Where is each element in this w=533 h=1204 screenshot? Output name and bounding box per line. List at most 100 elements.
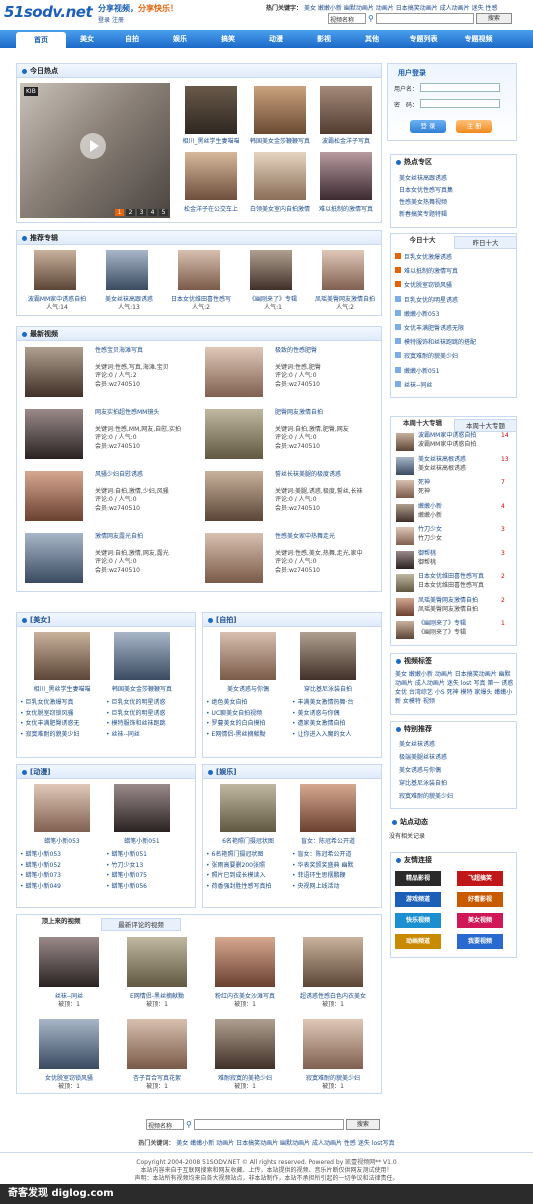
footer-search-button[interactable]: 搜索	[345, 1119, 380, 1130]
video-thumbnail[interactable]	[114, 784, 170, 832]
password-input[interactable]	[420, 99, 500, 108]
video-title-link[interactable]: 性感宝贝海滩写真	[95, 347, 169, 356]
hot-keyword[interactable]: 成人动画片	[440, 5, 470, 12]
video-thumbnail[interactable]	[320, 152, 372, 200]
hot-keyword[interactable]: 迷失	[358, 1140, 370, 1147]
search-button[interactable]: 搜索	[475, 13, 512, 24]
list-item[interactable]: 寂寞难耐的貌美少妇	[399, 790, 453, 803]
play-icon[interactable]	[80, 133, 106, 159]
album-title[interactable]: 嫩嫩小新	[418, 502, 442, 511]
video-thumbnail[interactable]	[34, 784, 90, 832]
list-item[interactable]: 让你进入入魔的女人	[292, 730, 378, 741]
login-button[interactable]: 登 录	[410, 120, 446, 133]
search-type-select[interactable]: 视频名称	[328, 13, 366, 24]
list-item[interactable]: 模特服饰和丝袜跑跳的搭配	[395, 336, 476, 350]
register-link[interactable]: 注册	[112, 17, 124, 24]
video-thumbnail[interactable]	[320, 86, 372, 134]
friend-link-banner[interactable]: 我要视频	[457, 934, 503, 949]
list-item[interactable]: 遭家美女激情自拍	[292, 719, 378, 730]
album-thumbnail[interactable]	[250, 250, 292, 290]
tab-latest-comments[interactable]: 最新评论的视频	[101, 918, 181, 931]
hot-keyword[interactable]: 性感	[486, 5, 498, 12]
friend-link-banner[interactable]: 好看影视	[457, 892, 503, 907]
hot-keyword[interactable]: 幽默动画片	[344, 5, 374, 12]
video-caption[interactable]: 蜡笔小新051	[104, 836, 180, 845]
list-item[interactable]: 盲女：陈冠希公开道	[292, 850, 378, 861]
list-item[interactable]: 巨乳女优激爆诱惑	[395, 251, 476, 265]
tab-yesterday-top10[interactable]: 昨日十大	[454, 236, 517, 249]
video-thumbnail[interactable]	[254, 152, 306, 200]
slide-page[interactable]: 2	[126, 209, 135, 216]
list-item[interactable]: 6名艳照门摄冠状图	[206, 850, 292, 861]
list-item[interactable]: 女优丰满肥臀诱惑无限	[395, 322, 476, 336]
video-title-link[interactable]: 性感美女家中热舞走光	[275, 533, 363, 542]
video-thumbnail[interactable]	[300, 784, 356, 832]
video-thumbnail[interactable]	[215, 1019, 275, 1069]
nav-selfie[interactable]: 自拍	[108, 30, 156, 48]
video-thumbnail[interactable]	[300, 632, 356, 680]
list-item[interactable]: 巨乳女优的明星诱惑	[106, 709, 192, 720]
album-thumbnail[interactable]	[396, 550, 414, 569]
video-thumbnail[interactable]	[25, 409, 83, 459]
slide-page[interactable]: 3	[137, 209, 146, 216]
album-title[interactable]: 《幽刚来了》专辑	[418, 619, 466, 628]
list-item[interactable]: 寂寞难耐的貌美少妇	[20, 730, 106, 741]
video-thumbnail[interactable]	[25, 471, 83, 521]
list-item[interactable]: 性感美女热舞视频	[399, 197, 453, 209]
friend-link-banner[interactable]: 动画频道	[395, 934, 441, 949]
list-item[interactable]: 蜡笔小新073	[20, 871, 106, 882]
list-item[interactable]: 蜡笔小新051	[106, 850, 192, 861]
nav-anime[interactable]: 动漫	[252, 30, 300, 48]
friend-link-banner[interactable]: 精品影视	[395, 871, 441, 886]
video-caption[interactable]: 松金洋子在公交车上	[177, 204, 245, 213]
list-item[interactable]: 蜡笔小新049	[20, 882, 106, 893]
list-item[interactable]: 央视网上线活动	[292, 882, 378, 893]
album-thumbnail[interactable]	[106, 250, 148, 290]
list-item[interactable]: 女优脱室窃锁风骚	[395, 279, 476, 293]
album-title[interactable]: 波霸MM家中诱惑自拍	[418, 431, 476, 440]
hot-keyword[interactable]: 嫩嫩小新	[318, 5, 342, 12]
video-thumbnail[interactable]	[205, 533, 263, 583]
hot-keyword[interactable]: 幽默动画片	[280, 1140, 310, 1147]
video-caption[interactable]: 美女诱惑与你偶	[210, 684, 286, 693]
video-title-link[interactable]: 肥臀网友激情自拍	[275, 409, 349, 418]
footer-search-input[interactable]	[193, 1119, 344, 1130]
list-item[interactable]: 新春搞笑专题特辑	[399, 209, 453, 221]
video-caption[interactable]: 相川_黑丝学生妻喵喵	[24, 684, 100, 693]
nav-other[interactable]: 其他	[348, 30, 396, 48]
video-thumbnail[interactable]	[205, 471, 263, 521]
slide-page[interactable]: 5	[159, 209, 168, 216]
album-thumbnail[interactable]	[34, 250, 76, 290]
hot-keyword[interactable]: 日本搞笑动画片	[236, 1140, 278, 1147]
list-item[interactable]: 丝袜--同丝	[395, 379, 476, 393]
hot-keyword[interactable]: 日本搞笑动画片	[396, 5, 438, 12]
friend-link-banner[interactable]: 美女视频	[457, 913, 503, 928]
hot-keyword[interactable]: 美女	[176, 1140, 188, 1147]
album-title[interactable]: 御帮桃	[418, 549, 436, 558]
album-title[interactable]: 死神	[418, 478, 430, 487]
video-thumbnail[interactable]	[205, 347, 263, 397]
register-button[interactable]: 注 册	[456, 120, 492, 133]
video-thumbnail[interactable]	[185, 86, 237, 134]
category-title-link[interactable]: [自拍]	[216, 616, 236, 624]
album-title[interactable]: 竹刀少女	[418, 525, 442, 534]
nav-topic-videos[interactable]: 专题视频	[451, 30, 506, 48]
video-title-link[interactable]: 网友实拍超性感MM镜头	[95, 409, 181, 418]
video-caption[interactable]: 6名艳照门摄冠状图	[210, 836, 286, 845]
footer-search-select[interactable]: 视频名称	[146, 1119, 184, 1130]
list-item[interactable]: 蜡笔小新053	[20, 850, 106, 861]
album-thumbnail[interactable]	[396, 597, 414, 616]
nav-funny[interactable]: 搞笑	[204, 30, 252, 48]
nav-home[interactable]: 首页	[16, 32, 66, 48]
friend-link-banner[interactable]: 飞超搞笑	[457, 871, 503, 886]
video-caption[interactable]: 波霸松金洋子写真	[312, 136, 380, 145]
video-thumbnail[interactable]	[220, 784, 276, 832]
list-item[interactable]: 巨乳女优激爆写真	[20, 698, 106, 709]
list-item[interactable]: 美女丝袜诱惑	[399, 738, 453, 751]
album-thumbnail[interactable]	[396, 480, 414, 498]
album-title[interactable]: 日本女优维田喜性感写真	[418, 572, 484, 581]
list-item[interactable]: 难以抵制的激情写真	[395, 265, 476, 279]
list-item[interactable]: 寂寞难耐的貌美少妇	[395, 350, 476, 364]
slide-page[interactable]: 4	[148, 209, 157, 216]
list-item[interactable]: 日本女优性感写真集	[399, 185, 453, 197]
